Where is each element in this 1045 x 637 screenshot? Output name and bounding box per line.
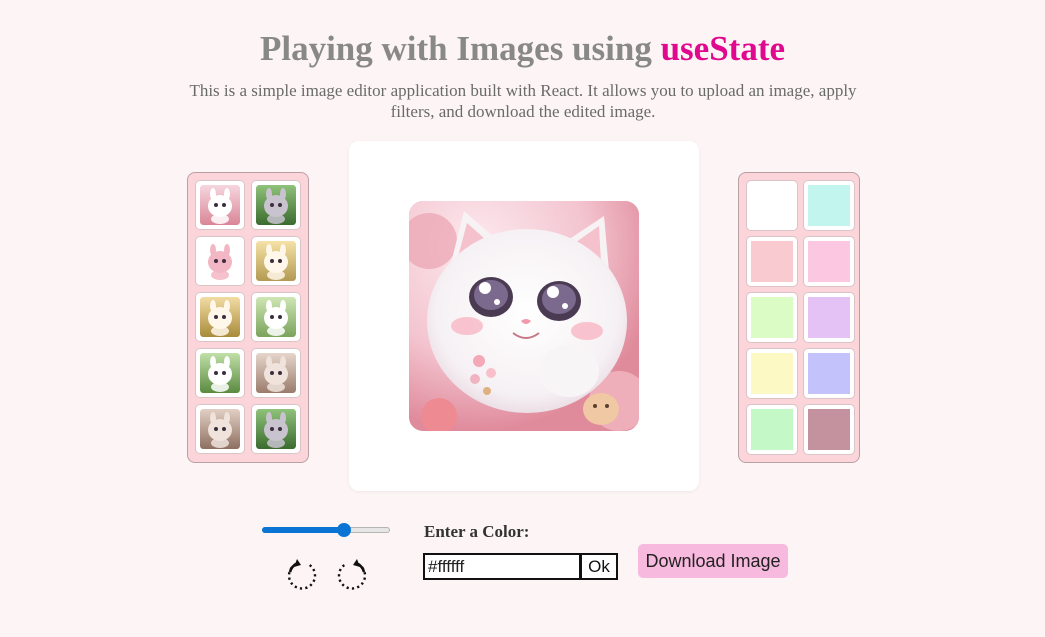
image-thumbnail-panel	[187, 172, 309, 463]
page-title: Playing with Images using useState	[0, 28, 1045, 70]
white-kitten-image	[409, 201, 639, 431]
color-swatch-button[interactable]	[746, 404, 798, 455]
image-preview-card	[349, 141, 699, 491]
bunny-image	[256, 241, 296, 281]
color-swatch	[808, 297, 850, 338]
color-swatch	[751, 185, 793, 226]
page-subtitle: This is a simple image editor applicatio…	[189, 81, 857, 121]
ok-button[interactable]: Ok	[580, 553, 618, 580]
color-swatch	[808, 241, 850, 282]
bunny-image	[200, 297, 240, 337]
panda-image	[256, 297, 296, 337]
rotate-right-button[interactable]	[335, 559, 369, 593]
thumbnail-item[interactable]	[195, 180, 245, 230]
thumbnail-item[interactable]	[251, 348, 301, 398]
thumbnail-item[interactable]	[195, 292, 245, 342]
download-image-button[interactable]: Download Image	[638, 544, 788, 578]
thumbnail-item[interactable]	[195, 348, 245, 398]
color-swatch-button[interactable]	[746, 292, 798, 343]
color-swatch	[751, 297, 793, 338]
color-swatch-button[interactable]	[803, 404, 855, 455]
white-kitten-image	[200, 185, 240, 225]
color-swatch-button[interactable]	[803, 236, 855, 287]
color-swatch-button[interactable]	[746, 180, 798, 231]
forest-mouse-image	[256, 409, 296, 449]
swatch-grid	[746, 180, 855, 455]
color-swatch-button[interactable]	[803, 292, 855, 343]
thumbnail-item[interactable]	[195, 236, 245, 286]
color-swatch-button[interactable]	[746, 236, 798, 287]
title-prefix: Playing with Images using	[259, 29, 661, 68]
thumbnail-item[interactable]	[251, 180, 301, 230]
color-input-label: Enter a Color:	[424, 522, 530, 541]
color-swatch	[808, 185, 850, 226]
brightness-slider[interactable]	[262, 522, 390, 540]
color-swatch	[751, 409, 793, 450]
thumbnail-grid	[195, 180, 301, 454]
color-swatch-button[interactable]	[803, 180, 855, 231]
color-filter-panel	[738, 172, 860, 463]
thumbnail-item[interactable]	[251, 404, 301, 454]
brown-bunny-image	[256, 353, 296, 393]
main-image	[409, 201, 639, 431]
slider-handle[interactable]	[337, 523, 351, 537]
color-swatch	[808, 353, 850, 394]
rotate-left-icon	[287, 559, 317, 590]
thumbnail-item[interactable]	[195, 404, 245, 454]
brown-bunny-image	[200, 409, 240, 449]
color-swatch	[751, 353, 793, 394]
color-swatch	[808, 409, 850, 450]
title-accent: useState	[660, 29, 786, 68]
panda-image	[200, 353, 240, 393]
forest-mouse-image	[256, 185, 296, 225]
rotate-right-icon	[337, 559, 367, 590]
slider-fill	[262, 527, 344, 533]
pink-sheep-image	[200, 241, 240, 281]
thumbnail-item[interactable]	[251, 292, 301, 342]
color-swatch-button[interactable]	[746, 348, 798, 399]
color-swatch-button[interactable]	[803, 348, 855, 399]
thumbnail-item[interactable]	[251, 236, 301, 286]
color-swatch	[751, 241, 793, 282]
rotate-left-button[interactable]	[285, 559, 319, 593]
color-input[interactable]	[423, 553, 581, 580]
